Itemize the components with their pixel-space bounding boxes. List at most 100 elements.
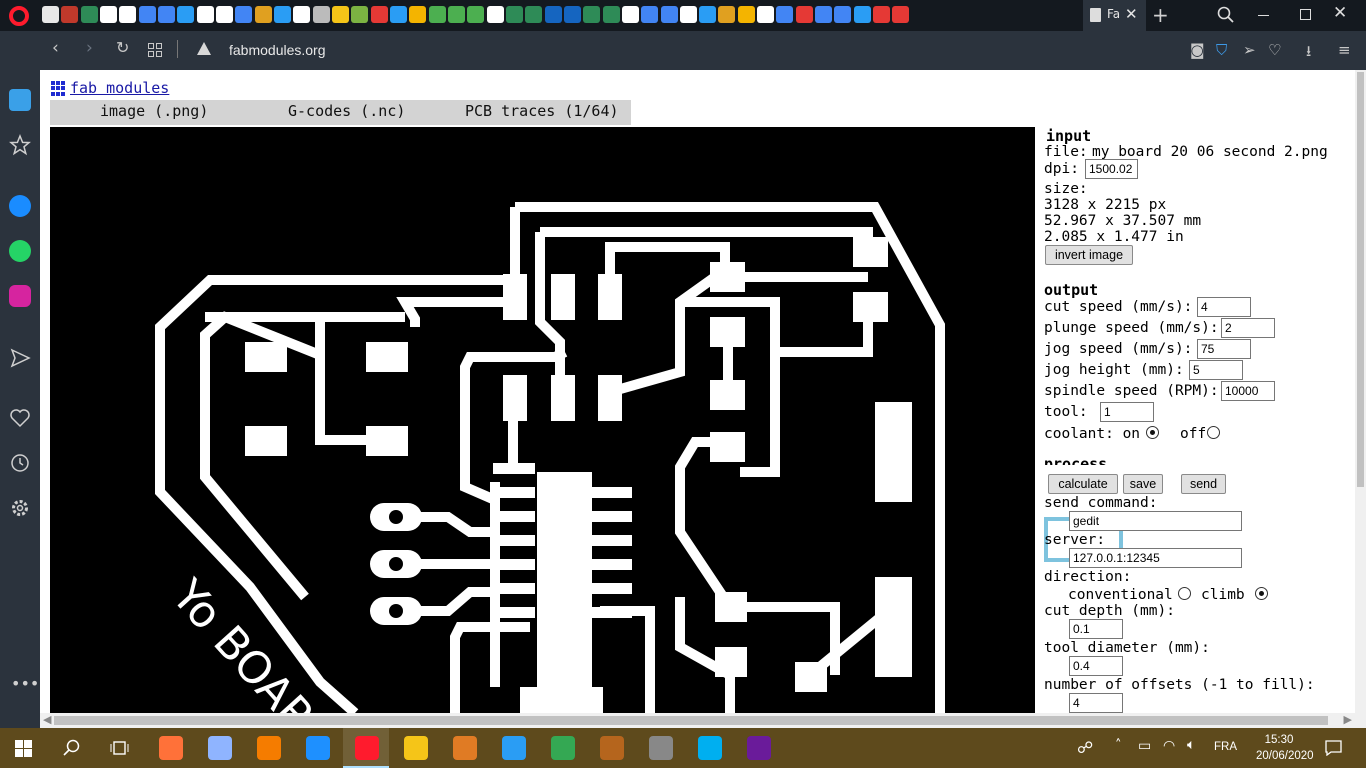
- taskbar-app-icon[interactable]: [453, 736, 477, 760]
- tool-input[interactable]: [1100, 402, 1154, 422]
- send-command-input[interactable]: [1069, 511, 1242, 531]
- bookmark-heart-icon[interactable]: ♡: [1268, 41, 1281, 59]
- more-icon[interactable]: •••: [11, 674, 39, 693]
- pinned-tab-favicon[interactable]: [312, 6, 330, 23]
- close-window-button[interactable]: ✕: [1333, 3, 1347, 23]
- pinned-tab-favicon[interactable]: [544, 6, 562, 23]
- pinned-tab-favicon[interactable]: [718, 6, 736, 23]
- messenger-icon[interactable]: [9, 195, 31, 217]
- pinned-tab-favicon[interactable]: [776, 6, 794, 23]
- pinned-tab-favicon[interactable]: [273, 6, 291, 23]
- pinned-tab-favicon[interactable]: [737, 6, 755, 23]
- pinned-tab-favicon[interactable]: [583, 6, 601, 23]
- task-view-icon[interactable]: [110, 740, 129, 756]
- send-icon[interactable]: ➢: [1243, 41, 1256, 59]
- taskbar-app-icon[interactable]: [551, 736, 575, 760]
- scroll-thumb[interactable]: [54, 716, 1328, 725]
- search-icon[interactable]: [63, 739, 81, 757]
- wifi-icon[interactable]: ◠: [1163, 738, 1175, 754]
- tab-search-icon[interactable]: [1217, 6, 1234, 23]
- pinned-tab-favicon[interactable]: [795, 6, 813, 23]
- taskbar-app-icon[interactable]: [600, 736, 624, 760]
- pinned-tab-favicon[interactable]: [389, 6, 407, 23]
- notifications-icon[interactable]: [1325, 740, 1342, 756]
- cut-depth-input[interactable]: [1069, 619, 1123, 639]
- scroll-thumb[interactable]: [1357, 72, 1364, 487]
- pinned-tab-favicon[interactable]: [196, 6, 214, 23]
- climb-radio[interactable]: [1255, 587, 1268, 600]
- taskbar-app-icon[interactable]: [747, 736, 771, 760]
- calculate-button[interactable]: calculate: [1048, 474, 1118, 494]
- jog-speed-input[interactable]: [1197, 339, 1251, 359]
- pinned-tab-favicon[interactable]: [42, 6, 59, 23]
- people-icon[interactable]: ☍: [1077, 738, 1093, 757]
- dpi-input[interactable]: [1085, 159, 1138, 179]
- taskbar-app-icon[interactable]: [649, 736, 673, 760]
- battery-icon[interactable]: ▭: [1138, 738, 1151, 754]
- instagram-icon[interactable]: [9, 285, 31, 307]
- horizontal-scrollbar[interactable]: ◀ ▶: [40, 713, 1355, 728]
- spindle-speed-input[interactable]: [1221, 381, 1275, 401]
- whatsapp-icon[interactable]: [9, 240, 31, 262]
- active-tab[interactable]: Fa ✕: [1083, 0, 1146, 31]
- plunge-speed-input[interactable]: [1221, 318, 1275, 338]
- pinned-tab-favicon[interactable]: [467, 6, 485, 23]
- volume-icon[interactable]: 🔈︎: [1187, 737, 1195, 753]
- language-indicator[interactable]: FRA: [1214, 741, 1237, 753]
- pinned-tab-favicon[interactable]: [351, 6, 369, 23]
- back-icon[interactable]: ‹: [52, 38, 59, 58]
- taskbar-app-icon[interactable]: [208, 736, 232, 760]
- pinned-tab-favicon[interactable]: [428, 6, 446, 23]
- menu-gcodes-nc[interactable]: G-codes (.nc): [288, 102, 405, 120]
- pinned-tab-favicon[interactable]: [563, 6, 581, 23]
- pinned-tab-favicon[interactable]: [99, 6, 117, 23]
- invert-image-button[interactable]: invert image: [1045, 245, 1133, 265]
- menu-pcb-traces[interactable]: PCB traces (1/64): [465, 102, 619, 120]
- taskbar-app-icon[interactable]: [502, 736, 526, 760]
- opera-menu-icon[interactable]: [9, 6, 29, 26]
- pinned-tab-favicon[interactable]: [486, 6, 504, 23]
- pinned-tab-favicon[interactable]: [138, 6, 156, 23]
- pinned-tab-favicon[interactable]: [215, 6, 233, 23]
- url-field[interactable]: fabmodules.org: [229, 42, 326, 58]
- scroll-left-icon[interactable]: ◀: [43, 713, 51, 726]
- pinned-tab-favicon[interactable]: [61, 6, 79, 23]
- send-icon[interactable]: [9, 347, 31, 369]
- speed-dial-icon[interactable]: [148, 43, 162, 57]
- send-button[interactable]: send: [1181, 474, 1226, 494]
- offsets-input[interactable]: [1069, 693, 1123, 713]
- pinned-tab-favicon[interactable]: [80, 6, 98, 23]
- menu-image-png[interactable]: image (.png): [100, 102, 208, 120]
- taskbar-app-icon[interactable]: [355, 736, 379, 760]
- easy-setup-icon[interactable]: ≡: [1338, 41, 1351, 59]
- chevron-up-icon[interactable]: ˄: [1115, 738, 1122, 753]
- minimize-button[interactable]: [1258, 15, 1269, 16]
- pinned-tab-favicon[interactable]: [815, 6, 833, 23]
- pinned-tab-favicon[interactable]: [370, 6, 388, 23]
- save-button[interactable]: save: [1123, 474, 1163, 494]
- not-secure-warning-icon[interactable]: [197, 42, 211, 55]
- pinned-tab-favicon[interactable]: [409, 6, 427, 23]
- tool-diameter-input[interactable]: [1069, 656, 1123, 676]
- pinned-tab-favicon[interactable]: [235, 6, 253, 23]
- pinned-tab-favicon[interactable]: [157, 6, 175, 23]
- pinned-tab-favicon[interactable]: [853, 6, 871, 23]
- vertical-scrollbar[interactable]: [1355, 70, 1366, 728]
- pinned-tab-favicon[interactable]: [331, 6, 349, 23]
- taskbar-app-icon[interactable]: [404, 736, 428, 760]
- pinned-tab-favicon[interactable]: [119, 6, 137, 23]
- heart-icon[interactable]: [9, 407, 31, 429]
- maximize-button[interactable]: [1300, 9, 1311, 20]
- history-clock-icon[interactable]: [9, 452, 31, 474]
- taskbar-app-icon[interactable]: [159, 736, 183, 760]
- pinned-tab-favicon[interactable]: [602, 6, 620, 23]
- cut-speed-input[interactable]: [1197, 297, 1251, 317]
- pinned-tab-favicon[interactable]: [699, 6, 717, 23]
- coolant-on-radio[interactable]: [1146, 426, 1159, 439]
- coolant-off-radio[interactable]: [1207, 426, 1220, 439]
- scroll-right-icon[interactable]: ▶: [1344, 713, 1352, 726]
- pinned-tab-favicon[interactable]: [679, 6, 697, 23]
- fab-modules-link[interactable]: fab modules: [70, 79, 169, 97]
- conventional-radio[interactable]: [1178, 587, 1191, 600]
- vpn-shield-icon[interactable]: ⛉: [1216, 41, 1227, 59]
